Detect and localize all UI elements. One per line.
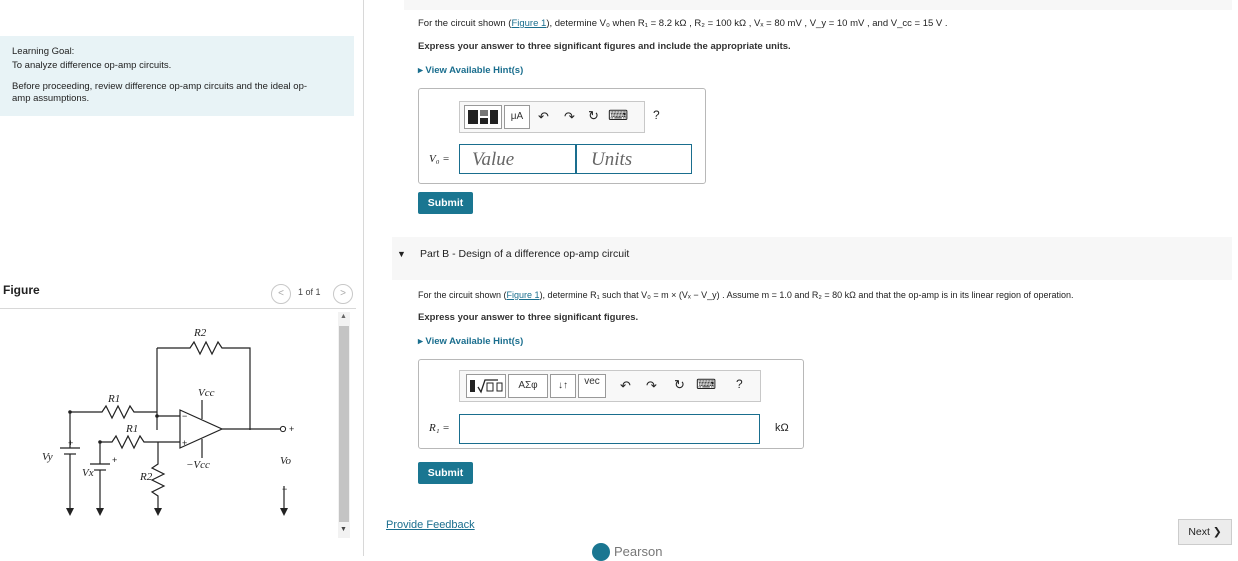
greek-button[interactable]: ΑΣφ	[508, 374, 548, 398]
scroll-down-icon[interactable]: ▼	[340, 526, 347, 533]
part-a-hint-toggle[interactable]: ▸ View Available Hint(s)	[418, 65, 523, 76]
pearson-logo-icon	[592, 543, 610, 561]
help-button[interactable]: ?	[653, 108, 660, 122]
vx-plus-sign: +	[112, 455, 117, 465]
part-a-answer-box: μA ↶ ↷ ↻ ⌨ ? V₀ = Value Units	[418, 88, 706, 184]
provide-feedback-link[interactable]: Provide Feedback	[386, 519, 475, 531]
part-a-toolbar: μA ↶ ↷ ↻ ⌨ ?	[459, 101, 660, 133]
next-button[interactable]: Next ❯	[1178, 519, 1232, 545]
part-b-answer-label: R₁ =	[429, 422, 450, 434]
opamp-minus-sign: −	[182, 411, 187, 421]
label-vo: Vo	[280, 455, 292, 467]
learning-goal-text: To analyze difference op-amp circuits.	[12, 60, 172, 71]
figure-scrollbar-thumb[interactable]	[339, 326, 349, 522]
next-figure-button[interactable]: >	[333, 284, 353, 304]
r1-unit-label: kΩ	[775, 422, 789, 434]
part-b-hint-toggle[interactable]: ▸ View Available Hint(s)	[418, 336, 523, 347]
panel-divider	[363, 0, 364, 556]
part-b-answer-box: ΑΣφ ↓↑ vec ↶ ↷ ↻ ⌨ ? R₁ = kΩ	[418, 359, 804, 449]
redo-icon[interactable]: ↷	[564, 109, 575, 125]
label-neg-vcc: −Vcc	[186, 459, 210, 471]
sort-button[interactable]: ↓↑	[550, 374, 576, 398]
figure-divider	[0, 308, 356, 309]
vy-plus-sign: +	[68, 438, 73, 448]
part-a-answer-label: V₀ =	[429, 153, 450, 165]
figure-heading: Figure	[3, 283, 40, 297]
help-button-b[interactable]: ?	[736, 377, 743, 391]
part-b-header[interactable]: ▼ Part B - Design of a difference op-amp…	[392, 237, 1232, 280]
label-r2-ground: R2	[139, 471, 153, 483]
radical-template-icon	[470, 379, 503, 394]
part-b-toolbar: ΑΣφ ↓↑ vec ↶ ↷ ↻ ⌨ ?	[459, 370, 761, 402]
undo-icon-b[interactable]: ↶	[620, 378, 631, 394]
part-a-submit-button[interactable]: Submit	[418, 192, 473, 214]
r1-input[interactable]	[459, 414, 760, 444]
value-input[interactable]: Value	[459, 144, 576, 174]
template-icon	[468, 110, 498, 124]
units-placeholder: Units	[591, 149, 633, 170]
learning-goal-box: Learning Goal: To analyze difference op-…	[0, 36, 354, 116]
part-b-instruction: Express your answer to three significant…	[418, 312, 639, 323]
label-vx: Vx	[82, 467, 94, 479]
vec-button[interactable]: vec	[578, 374, 606, 398]
figure-pager-text: 1 of 1	[298, 287, 321, 297]
value-placeholder: Value	[472, 149, 515, 170]
label-vcc: Vcc	[198, 387, 215, 399]
units-input[interactable]: Units	[576, 144, 692, 174]
review-text-line2: amp assumptions.	[12, 93, 90, 104]
label-vy: Vy	[42, 451, 53, 463]
part-a-instruction: Express your answer to three significant…	[418, 41, 791, 52]
reset-icon[interactable]: ↻	[588, 108, 599, 124]
part-b-question: For the circuit shown (Figure 1), determ…	[418, 290, 1074, 300]
review-text-line1: Before proceeding, review difference op-…	[12, 81, 308, 92]
part-b-submit-button[interactable]: Submit	[418, 462, 473, 484]
circuit-diagram: R2 R1 R1 R2 Vcc −Vcc Vy Vx Vo − + + − + …	[42, 327, 294, 516]
label-r1-top: R1	[107, 393, 120, 405]
collapse-caret-icon[interactable]: ▼	[397, 249, 406, 259]
keyboard-icon-b[interactable]: ⌨	[696, 376, 716, 393]
templates-button-b[interactable]	[466, 374, 506, 398]
prev-figure-button[interactable]: <	[271, 284, 291, 304]
keyboard-icon[interactable]: ⌨	[608, 107, 628, 124]
label-r2-feedback: R2	[193, 327, 207, 339]
learning-goal-heading: Learning Goal:	[12, 46, 75, 57]
pearson-brand-text: Pearson	[614, 544, 663, 559]
label-r1-bottom: R1	[125, 423, 138, 435]
part-b-title: Part B - Design of a difference op-amp c…	[420, 248, 630, 260]
units-button[interactable]: μA	[504, 105, 530, 129]
redo-icon-b[interactable]: ↷	[646, 378, 657, 394]
opamp-plus-sign: +	[182, 438, 187, 448]
reset-icon-b[interactable]: ↻	[674, 377, 685, 393]
part-a-question: For the circuit shown (Figure 1), determ…	[418, 18, 948, 29]
output-minus-sign: −	[282, 484, 287, 494]
undo-icon[interactable]: ↶	[538, 109, 549, 125]
figure-link[interactable]: Figure 1	[511, 18, 546, 29]
templates-button[interactable]	[464, 105, 502, 129]
scroll-up-icon[interactable]: ▲	[340, 313, 347, 320]
output-plus-sign: +	[289, 424, 294, 434]
figure-link-b[interactable]: Figure 1	[507, 290, 540, 300]
part-a-header-strip	[404, 0, 1232, 10]
